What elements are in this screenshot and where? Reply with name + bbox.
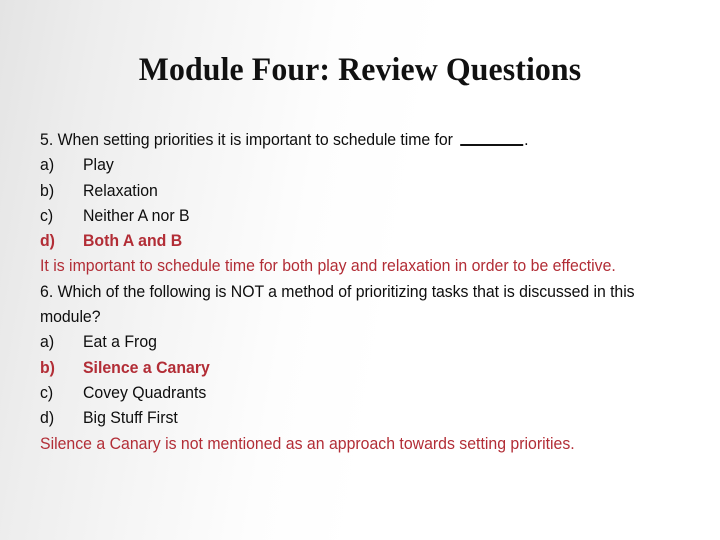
question-6-explanation: Silence a Canary is not mentioned as an … bbox=[40, 433, 575, 453]
option-letter: b) bbox=[40, 180, 55, 200]
question-5-option-b[interactable]: b) Relaxation bbox=[40, 178, 659, 203]
option-label: Big Stuff First bbox=[82, 408, 178, 428]
option-label: Relaxation bbox=[82, 180, 158, 200]
option-letter: c) bbox=[40, 382, 54, 402]
question-6-option-a[interactable]: a) Eat a Frog bbox=[40, 329, 659, 354]
option-label: Eat a Frog bbox=[82, 332, 157, 352]
question-5-blank bbox=[460, 133, 524, 146]
option-label: Neither A nor B bbox=[82, 205, 190, 225]
option-letter: b) bbox=[40, 357, 55, 377]
question-5-option-a[interactable]: a) Play bbox=[40, 152, 659, 177]
question-5-option-c[interactable]: c) Neither A nor B bbox=[40, 203, 659, 228]
option-letter: a) bbox=[40, 332, 55, 352]
question-5-stem: 5. When setting priorities it is importa… bbox=[40, 127, 659, 152]
option-letter: d) bbox=[40, 408, 55, 428]
page-title: Module Four: Review Questions bbox=[138, 52, 582, 88]
question-6-option-c[interactable]: c) Covey Quadrants bbox=[40, 380, 659, 405]
option-letter: a) bbox=[40, 155, 55, 175]
option-label: Both A and B bbox=[82, 231, 183, 251]
option-letter: c) bbox=[40, 205, 54, 225]
question-5-explanation: It is important to schedule time for bot… bbox=[40, 256, 616, 276]
option-label: Covey Quadrants bbox=[82, 382, 207, 402]
question-6-stem: 6. Which of the following is NOT a metho… bbox=[40, 279, 659, 330]
question-6-option-b[interactable]: b) Silence a Canary bbox=[40, 355, 659, 380]
option-label: Silence a Canary bbox=[82, 357, 210, 377]
question-6-number: 6. bbox=[40, 281, 54, 301]
slide-canvas: { "slide": { "title": "Module Four: Revi… bbox=[0, 0, 720, 540]
slide-body: 5. When setting priorities it is importa… bbox=[40, 127, 659, 456]
question-5-stem-text: When setting priorities it is important … bbox=[57, 130, 458, 149]
question-5-stem-end: . bbox=[524, 130, 529, 149]
question-6-option-d[interactable]: d) Big Stuff First bbox=[40, 405, 659, 430]
question-5-number: 5. bbox=[40, 130, 54, 149]
question-5-option-d[interactable]: d) Both A and B bbox=[40, 228, 659, 253]
question-6-stem-text: Which of the following is NOT a method o… bbox=[40, 281, 635, 327]
option-label: Play bbox=[82, 155, 114, 175]
option-letter: d) bbox=[40, 231, 55, 251]
